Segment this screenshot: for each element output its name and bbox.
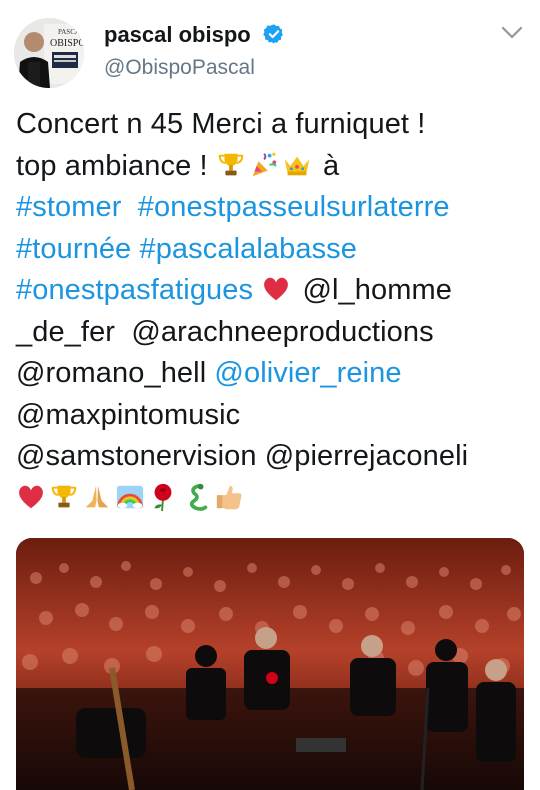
mention-link[interactable]: @pierrejaconeli [265, 440, 468, 472]
svg-text:PASCAL: PASCAL [58, 28, 84, 36]
tweet-line-7: @romano_hell @olivier_reine [16, 353, 531, 395]
tweet-line-2: top ambiance ! à [16, 146, 531, 188]
tweet-text-segment: à [322, 149, 340, 182]
party-popper-icon [252, 152, 277, 176]
profile-photo: PASCAL OBISPO [14, 18, 84, 88]
chevron-down-icon[interactable] [500, 24, 524, 42]
tweet-header: PASCAL OBISPO pascal obispo @ObispoPasca… [0, 0, 540, 100]
avatar[interactable]: PASCAL OBISPO [14, 18, 84, 88]
tweet-line-10 [16, 478, 531, 520]
hashtag-link[interactable]: #pascalalabasse [139, 233, 357, 265]
rose-icon [154, 483, 172, 511]
svg-text:OBISPO: OBISPO [50, 38, 84, 49]
trophy-icon [51, 485, 77, 507]
mention-link[interactable]: _de_fer [16, 316, 115, 348]
thumbs-up-icon [216, 485, 242, 509]
rainbow-icon [116, 485, 144, 508]
display-name[interactable]: pascal obispo [104, 22, 285, 48]
mention-link[interactable]: @l_homme [302, 274, 452, 306]
tweet-text: Concert n 45 Merci a furniquet ! top amb… [16, 104, 531, 519]
mention-link[interactable]: @romano_hell [16, 357, 206, 389]
mention-link[interactable]: @olivier_reine [214, 357, 401, 389]
mention-link[interactable]: @maxpintomusic [16, 399, 240, 431]
verified-badge-icon [263, 24, 283, 44]
tweet-line-4: #tournée #pascalalabasse [16, 229, 531, 271]
tweet-line-8: @maxpintomusic [16, 395, 531, 437]
tweet-line-6: _de_fer @arachneeproductions [16, 312, 531, 354]
mention-link[interactable]: @samstonervision [16, 440, 257, 472]
tweet-text-segment: Concert n 45 Merci a furniquet ! [16, 108, 426, 140]
crown-icon [284, 156, 309, 175]
hashtag-link[interactable]: #onestpasseulsurlaterre [138, 191, 450, 223]
user-handle[interactable]: @ObispoPascal [104, 56, 255, 80]
tweet-line-1: Concert n 45 Merci a furniquet ! [16, 104, 531, 146]
hashtag-link[interactable]: #onestpasfatigues [16, 274, 253, 306]
tweet-line-5: #onestpasfatigues @l_homme [16, 270, 531, 312]
red-heart-icon [264, 277, 289, 301]
tweet-text-segment: top ambiance ! [16, 149, 208, 182]
trophy-icon [218, 153, 244, 175]
concert-photo [16, 538, 524, 790]
red-heart-icon [19, 485, 43, 508]
display-name-text[interactable]: pascal obispo [104, 22, 251, 47]
dragon-icon [189, 483, 208, 511]
tweet-media-photo[interactable] [16, 538, 524, 790]
folded-hands-icon [85, 485, 109, 507]
tweet-line-9: @samstonervision @pierrejaconeli [16, 436, 531, 478]
hashtag-link[interactable]: #stomer [16, 191, 121, 223]
tweet-line-3: #stomer #onestpasseulsurlaterre [16, 187, 531, 229]
hashtag-link[interactable]: #tournée [16, 233, 131, 265]
mention-link[interactable]: @arachneeproductions [131, 316, 433, 348]
